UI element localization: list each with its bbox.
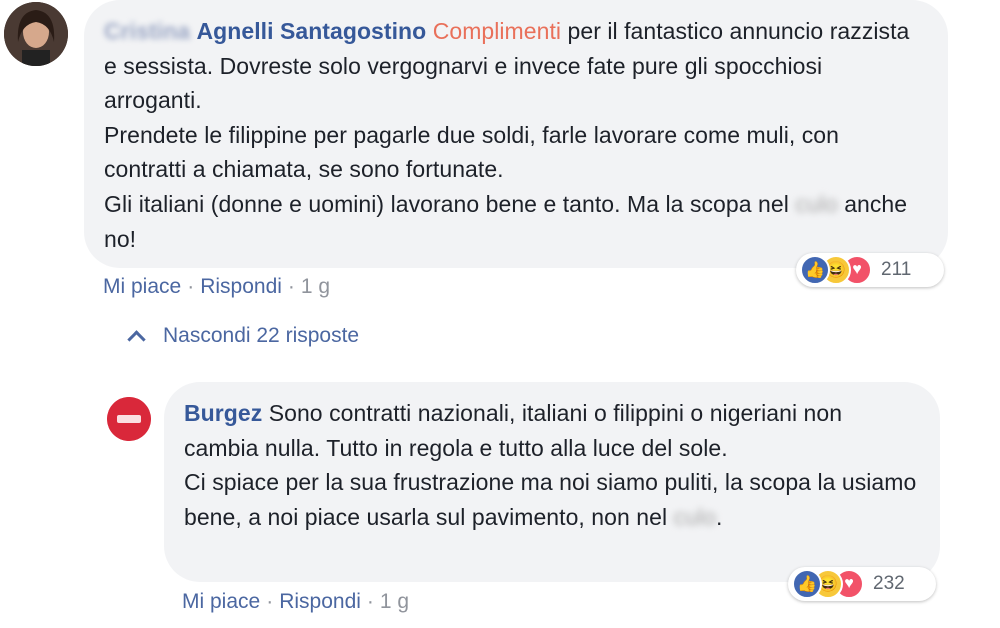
comment-text-line1: per il fantastico [567, 18, 724, 44]
comment-reply-link[interactable]: Rispondi [200, 275, 282, 298]
comment-timestamp[interactable]: 1 g [301, 275, 330, 298]
comment-reactions[interactable]: 👍 😆 ♥ 211 [796, 253, 944, 287]
reply-author[interactable]: Burgez [184, 400, 262, 426]
comment-author[interactable]: Agnelli Santagostino [197, 18, 427, 44]
separator: · [187, 275, 195, 298]
reply-censored-word: culo [673, 503, 716, 530]
reply-like-link[interactable]: Mi piace [182, 590, 260, 613]
reply-timestamp[interactable]: 1 g [380, 590, 409, 613]
like-icon: 👍 [800, 255, 830, 285]
reply-text: Burgez Sono contratti nazionali, italian… [184, 396, 918, 534]
reply-reactions[interactable]: 👍 😆 ♥ 232 [788, 567, 936, 601]
comment-censored-word: culo [795, 190, 838, 217]
chevron-up-icon [127, 329, 146, 349]
comment-text-p2: Prendete le filippine per pagarle due so… [104, 121, 839, 183]
reply-actions: Mi piace · Rispondi · 1 g [182, 590, 409, 614]
comment-actions: Mi piace · Rispondi · 1 g [103, 275, 330, 299]
reply-reply-link[interactable]: Rispondi [279, 590, 361, 613]
comment-bubble: Cristina Agnelli Santagostino Compliment… [84, 0, 948, 268]
reply-text-p1: Sono contratti nazionali, italiani o fil… [184, 400, 843, 461]
like-icon: 👍 [792, 569, 822, 599]
comment-text: Cristina Agnelli Santagostino Compliment… [104, 14, 926, 256]
comment-reaction-count: 211 [881, 259, 912, 280]
commenter-avatar[interactable] [4, 2, 68, 66]
hide-replies-toggle[interactable]: Nascondi 22 risposte [126, 324, 360, 349]
reply-bubble: Burgez Sono contratti nazionali, italian… [164, 382, 940, 582]
comment-author-blurred[interactable]: Cristina [104, 18, 190, 44]
reply-avatar[interactable] [107, 397, 151, 441]
reply-reaction-count: 232 [873, 573, 905, 594]
reply-text-p2: Ci spiace per la sua frustrazione ma noi… [184, 469, 917, 530]
comment-like-link[interactable]: Mi piace [103, 275, 181, 298]
separator: · [366, 590, 374, 613]
comment-highlight: Complimenti [432, 18, 562, 44]
separator: · [266, 590, 274, 613]
reply-text-end: . [715, 503, 723, 530]
hide-replies-label: Nascondi 22 risposte [163, 324, 360, 347]
comment-text-p3: Gli italiani (donne e uomini) lavorano b… [104, 190, 789, 217]
separator: · [287, 275, 295, 298]
